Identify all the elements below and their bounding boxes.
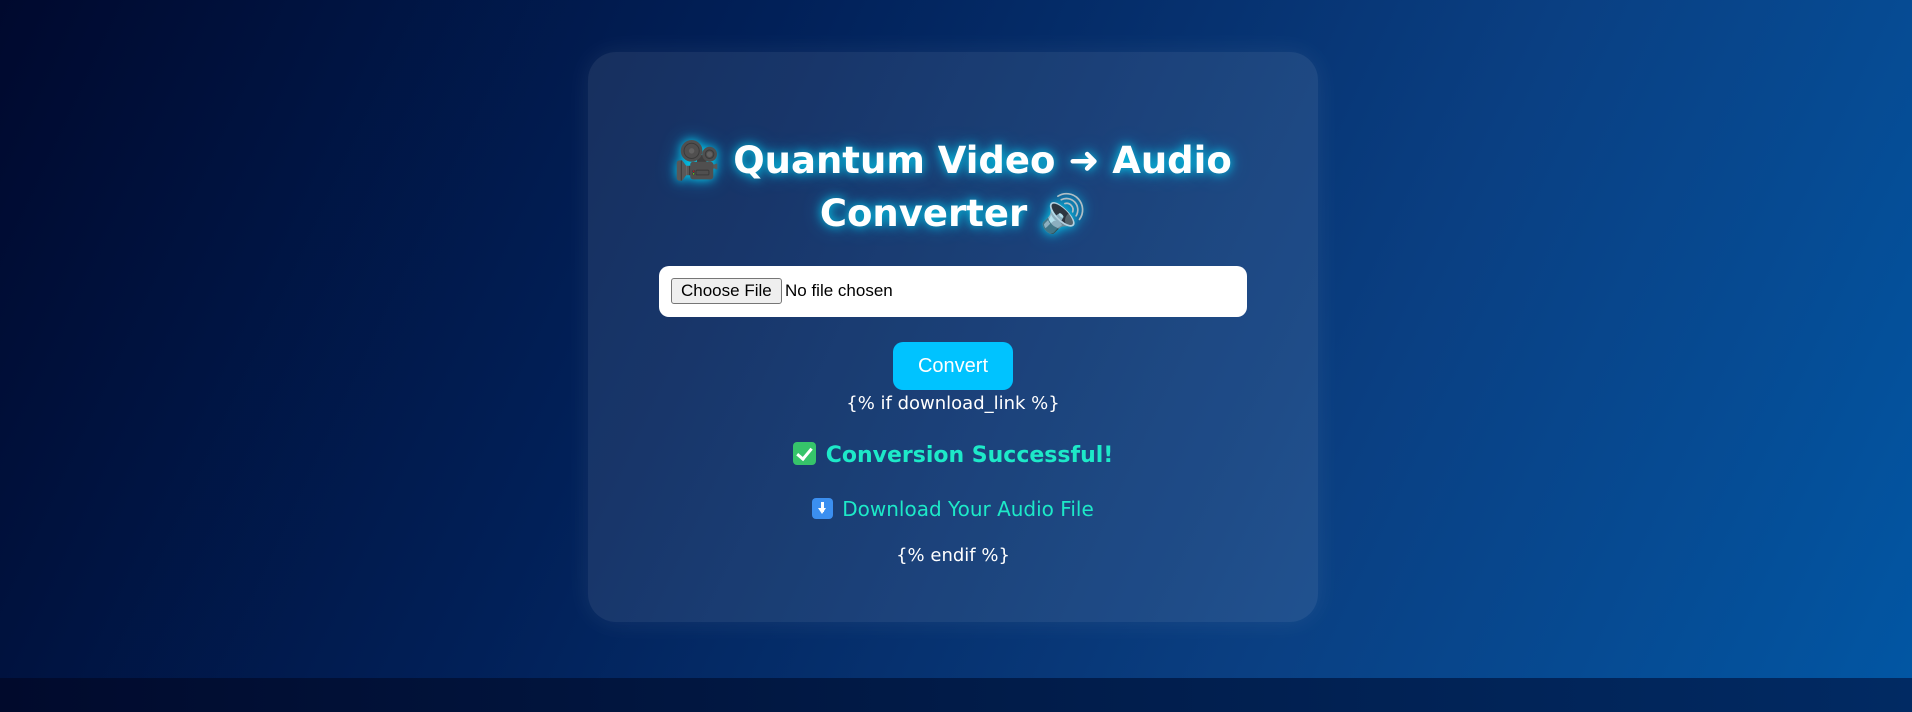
file-input[interactable]: Choose File No file chosen	[659, 266, 1247, 317]
video-camera-icon: 🎥	[674, 139, 721, 182]
title-line-1: Quantum Video ➜ Audio	[733, 139, 1232, 182]
download-arrow-icon	[812, 498, 834, 519]
choose-file-button[interactable]: Choose File	[671, 278, 782, 304]
speaker-icon: 🔊	[1040, 192, 1087, 235]
page-title: 🎥 Quantum Video ➜ Audio Converter 🔊	[628, 134, 1278, 240]
file-status-text: No file chosen	[785, 281, 893, 300]
success-message: Conversion Successful!	[588, 440, 1318, 472]
template-if-tag: {% if download_link %}	[846, 393, 1060, 414]
success-text: Conversion Successful!	[825, 443, 1114, 468]
template-endif-tag: {% endif %}	[896, 545, 1010, 566]
convert-button[interactable]: Convert	[893, 342, 1013, 390]
converter-card: 🎥 Quantum Video ➜ Audio Converter 🔊 Choo…	[588, 52, 1318, 622]
bottom-strip	[0, 678, 1912, 712]
title-line-2: Converter	[819, 192, 1028, 235]
check-icon	[792, 442, 816, 465]
download-row: Download Your Audio File	[588, 494, 1318, 524]
download-link[interactable]: Download Your Audio File	[842, 497, 1094, 521]
